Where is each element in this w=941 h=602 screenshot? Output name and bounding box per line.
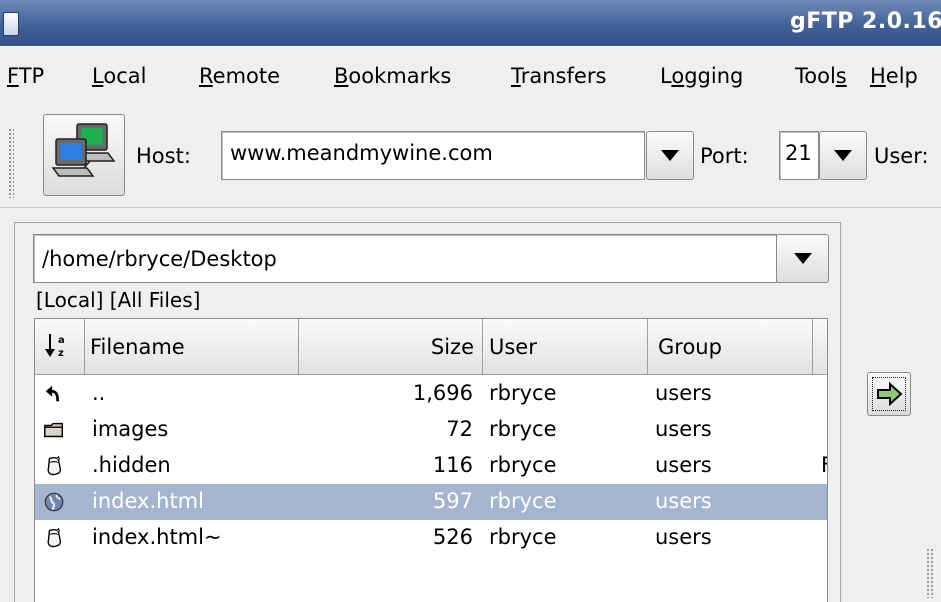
local-directory-dropdown[interactable]	[776, 234, 829, 283]
menu-transfers[interactable]: Transfers	[511, 64, 606, 88]
sort-az-icon: a z	[45, 334, 65, 359]
upload-button[interactable]	[867, 372, 911, 416]
host-label: Host:	[136, 144, 191, 168]
window-title: gFTP 2.0.16	[789, 9, 941, 34]
user-column-header[interactable]: User	[483, 319, 648, 375]
file-name: images	[92, 417, 169, 441]
file-size: 116	[432, 453, 473, 477]
computers-icon	[51, 123, 116, 177]
file-name: index.html	[92, 489, 204, 513]
file-row[interactable]: .. 1,696 rbryce users	[35, 376, 827, 412]
menu-tools[interactable]: Tools	[795, 64, 847, 88]
group-column-header[interactable]: Group	[648, 319, 813, 375]
extra-column-header[interactable]	[813, 319, 827, 375]
menu-local[interactable]: Local	[92, 64, 146, 88]
chevron-down-icon	[661, 150, 679, 161]
file-name: index.html~	[92, 525, 222, 549]
port-label: Port:	[700, 144, 749, 168]
file-size: 526	[432, 525, 473, 549]
port-history-dropdown[interactable]	[819, 131, 867, 180]
sort-column-header[interactable]: a z	[35, 319, 85, 375]
port-input[interactable]: 21	[779, 131, 819, 180]
file-group: users	[655, 525, 712, 549]
filename-column-header[interactable]: Filename	[85, 319, 299, 375]
menu-remote[interactable]: Remote	[199, 64, 280, 88]
file-icon	[47, 455, 62, 476]
right-arrow-icon	[877, 381, 903, 407]
local-status-text: [Local] [All Files]	[36, 288, 201, 312]
app-icon[interactable]	[3, 12, 19, 36]
pane-resize-handle[interactable]	[926, 548, 934, 598]
host-input[interactable]: www.meandmywine.com	[221, 131, 645, 180]
file-group: users	[655, 453, 712, 477]
file-extra: F	[821, 453, 827, 477]
file-size: 1,696	[412, 381, 473, 405]
file-row[interactable]: index.html~ 526 rbryce users	[35, 520, 827, 556]
user-label: User:	[874, 144, 929, 168]
file-group: users	[655, 381, 712, 405]
menu-ftp[interactable]: FTP	[7, 64, 44, 88]
file-row[interactable]: images 72 rbryce users	[35, 412, 827, 448]
file-user: rbryce	[489, 489, 557, 513]
file-name: .hidden	[92, 453, 171, 477]
host-history-dropdown[interactable]	[646, 131, 694, 180]
file-row[interactable]: .hidden 116 rbryce users F	[35, 448, 827, 484]
menu-bookmarks[interactable]: Bookmarks	[334, 64, 451, 88]
file-size: 72	[446, 417, 473, 441]
file-group: users	[655, 417, 712, 441]
globe-icon	[44, 492, 64, 512]
file-user: rbryce	[489, 453, 557, 477]
size-column-header[interactable]: Size	[299, 319, 483, 375]
menu-logging[interactable]: Logging	[660, 64, 743, 88]
local-file-list[interactable]: a z Filename Size User Group .. 1,696 rbry…	[34, 318, 828, 602]
svg-text:z: z	[58, 348, 64, 359]
toolbar-grip-handle[interactable]	[8, 128, 14, 198]
file-row[interactable]: index.html 597 rbryce users	[35, 484, 827, 520]
file-size: 597	[432, 489, 473, 513]
file-user: rbryce	[489, 525, 557, 549]
local-directory-input[interactable]: /home/rbryce/Desktop	[33, 234, 777, 283]
connect-button[interactable]	[43, 114, 125, 196]
chevron-down-icon	[834, 150, 852, 161]
menu-bar: FTP Local Remote Bookmarks Transfers Logging T…	[0, 46, 941, 108]
menu-help[interactable]: Help	[870, 64, 918, 88]
chevron-down-icon	[794, 253, 812, 264]
file-name: ..	[92, 381, 106, 405]
svg-text:a: a	[58, 335, 65, 346]
file-icon	[47, 527, 62, 548]
file-user: rbryce	[489, 417, 557, 441]
up-arrow-icon	[45, 385, 60, 402]
file-group: users	[655, 489, 712, 513]
folder-icon	[44, 422, 63, 438]
file-user: rbryce	[489, 381, 557, 405]
